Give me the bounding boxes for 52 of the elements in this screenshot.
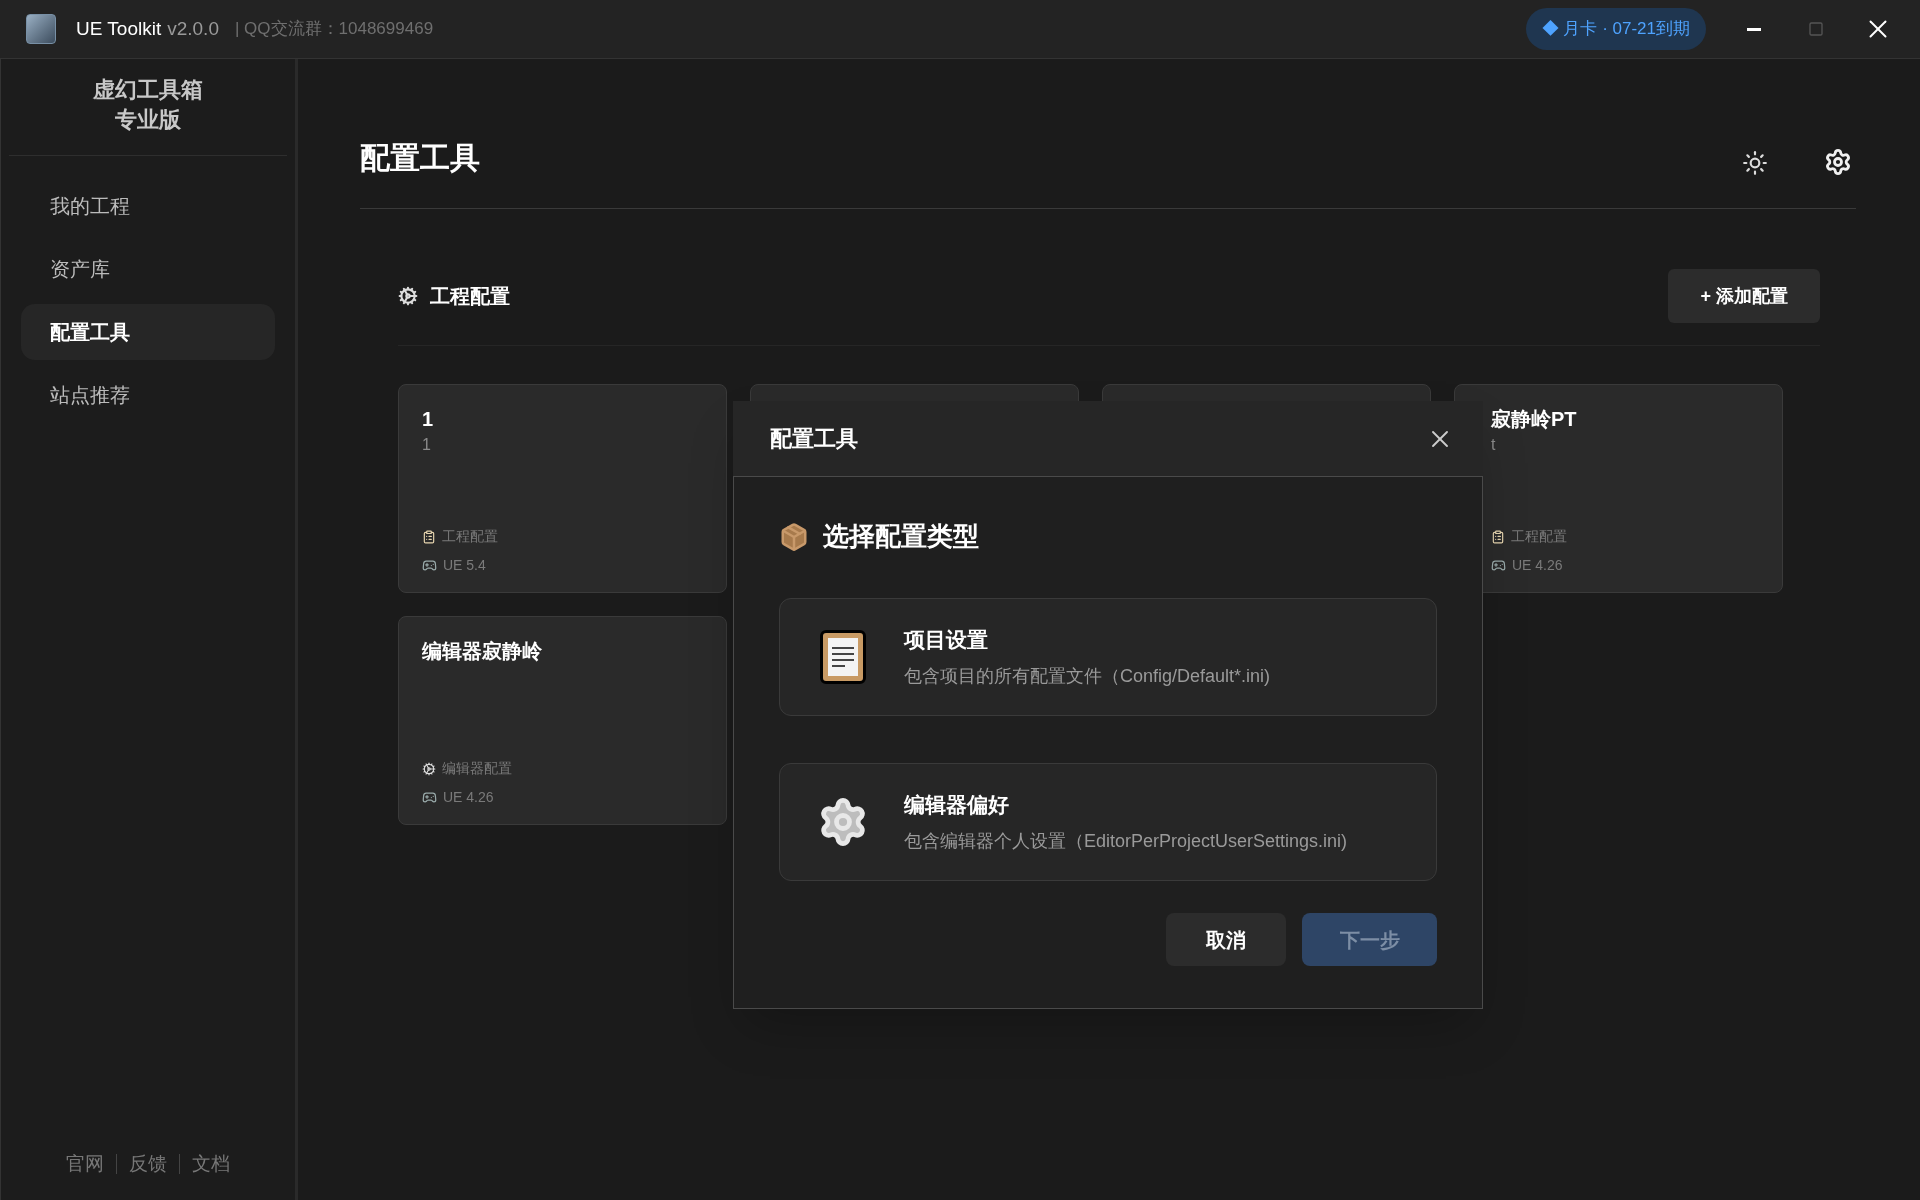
card-title: 1 bbox=[422, 407, 435, 432]
config-type-option[interactable]: 项目设置 包含项目的所有配置文件（Config/Default*.ini) bbox=[779, 598, 1437, 716]
app-name: UE Toolkit bbox=[76, 16, 162, 41]
subscription-badge: ◆ 月卡 · 07-21到期 bbox=[1525, 8, 1706, 50]
package-icon bbox=[779, 521, 809, 552]
config-card[interactable]: 编辑器寂静岭 编辑器配置 UE 4.26 bbox=[398, 616, 727, 825]
gamepad-icon bbox=[422, 558, 437, 573]
dialog-title: 配置工具 bbox=[770, 425, 858, 453]
card-type-label: 编辑器配置 bbox=[442, 759, 512, 778]
theme-toggle-icon[interactable] bbox=[1742, 150, 1768, 176]
option-title: 项目设置 bbox=[904, 626, 989, 653]
option-title: 编辑器偏好 bbox=[904, 791, 1010, 818]
qq-group-text: | QQ交流群：1048699469 bbox=[234, 18, 434, 41]
clipboard-icon bbox=[1491, 529, 1505, 544]
maximize-icon bbox=[1808, 21, 1824, 37]
clipboard-icon bbox=[820, 630, 866, 684]
card-title: 寂静岭PT bbox=[1491, 407, 1578, 432]
nav-item[interactable]: 我的工程 bbox=[21, 178, 275, 234]
gear-icon bbox=[398, 286, 418, 306]
engine-version: UE 4.26 bbox=[1512, 556, 1563, 575]
card-type-label: 工程配置 bbox=[1511, 527, 1567, 546]
app-version: v2.0.0 bbox=[167, 16, 219, 41]
minimize-icon bbox=[1747, 27, 1761, 31]
cancel-button[interactable]: 取消 bbox=[1166, 913, 1286, 966]
nav-item[interactable]: 站点推荐 bbox=[21, 367, 275, 423]
nav-item[interactable]: 资产库 bbox=[21, 241, 275, 297]
engine-version: UE 4.26 bbox=[443, 788, 494, 807]
card-type-label: 工程配置 bbox=[442, 527, 498, 546]
section-title: 工程配置 bbox=[430, 284, 510, 309]
config-card[interactable]: 1 1 工程配置 UE 5.4 bbox=[398, 384, 727, 593]
footer-link[interactable]: 文档 bbox=[192, 1149, 230, 1178]
footer-link[interactable]: 反馈 bbox=[129, 1149, 167, 1178]
add-config-button[interactable]: + 添加配置 bbox=[1668, 269, 1820, 323]
card-title: 编辑器寂静岭 bbox=[422, 639, 543, 664]
gamepad-icon bbox=[1491, 558, 1506, 573]
settings-icon[interactable] bbox=[1824, 148, 1852, 176]
option-description: 包含项目的所有配置文件（Config/Default*.ini) bbox=[904, 665, 1271, 689]
sidebar-subtitle: 专业版 bbox=[115, 106, 181, 134]
engine-version: UE 5.4 bbox=[443, 556, 486, 575]
footer-link[interactable]: 官网 bbox=[66, 1149, 104, 1178]
sidebar-title: 虚幻工具箱 bbox=[93, 76, 203, 104]
dialog-heading: 选择配置类型 bbox=[823, 520, 979, 553]
card-subtitle: 1 bbox=[422, 435, 432, 455]
gear-icon bbox=[422, 761, 436, 776]
card-subtitle: t bbox=[1491, 435, 1497, 455]
gamepad-icon bbox=[422, 790, 437, 805]
nav-item[interactable]: 配置工具 bbox=[21, 304, 275, 360]
config-card[interactable]: 寂静岭PT t 工程配置 UE 4.26 bbox=[1454, 384, 1783, 593]
clipboard-icon bbox=[422, 529, 436, 544]
page-title: 配置工具 bbox=[360, 140, 480, 176]
option-description: 包含编辑器个人设置（EditorPerProjectUserSettings.ini) bbox=[904, 830, 1348, 854]
config-type-option[interactable]: 编辑器偏好 包含编辑器个人设置（EditorPerProjectUserSettings.ini) bbox=[779, 763, 1437, 881]
